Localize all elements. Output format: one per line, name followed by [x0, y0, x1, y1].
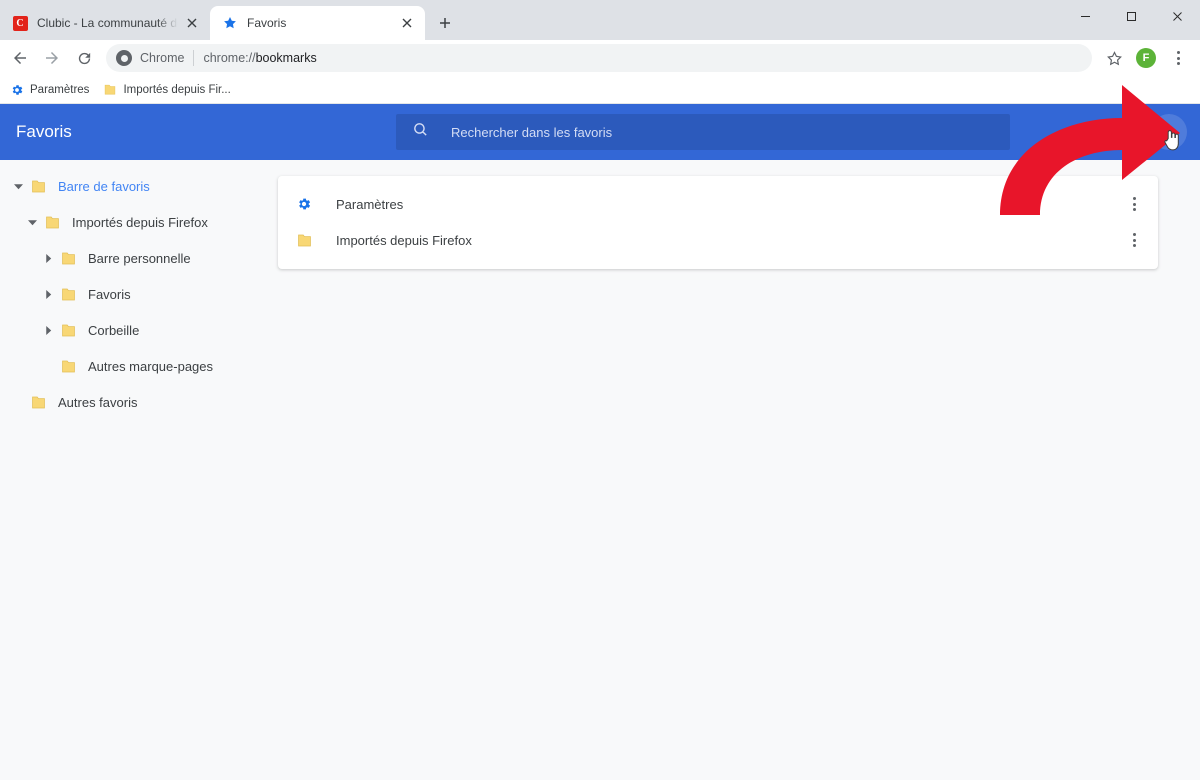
page-title: Favoris — [16, 122, 72, 141]
bookmarks-header: Favoris Rechercher dans les favoris — [0, 104, 1200, 160]
bookmarks-main: Paramètres Importés depuis Firefox — [278, 160, 1200, 780]
folder-icon — [28, 176, 48, 196]
row-more-options-icon[interactable] — [1122, 228, 1146, 252]
row-more-options-icon[interactable] — [1122, 192, 1146, 216]
maximize-window-button[interactable] — [1108, 0, 1154, 32]
bookmarks-sidebar: Barre de favoris Importés depuis Firefox — [0, 160, 278, 780]
browser-window: C Clubic - La communauté des pas Favoris — [0, 0, 1200, 780]
sidebar-item-barre-personnelle[interactable]: Barre personnelle — [0, 240, 278, 276]
omnibox-url: chrome://bookmarks — [203, 51, 316, 65]
sidebar-item-label: Favoris — [88, 286, 131, 302]
chevron-down-icon[interactable] — [8, 176, 28, 196]
tab-title: Favoris — [247, 16, 287, 30]
browser-toolbar: Chrome chrome://bookmarks F — [0, 40, 1200, 76]
chrome-menu-icon[interactable] — [1164, 44, 1192, 72]
bookmark-label: Paramètres — [30, 83, 90, 96]
reload-icon[interactable] — [70, 44, 98, 72]
folder-icon — [58, 248, 78, 268]
tab-strip: C Clubic - La communauté des pas Favoris — [0, 0, 1200, 40]
bookmarks-body: Barre de favoris Importés depuis Firefox — [0, 160, 1200, 780]
bookmark-row-label: Paramètres — [336, 196, 404, 212]
new-tab-button[interactable] — [431, 9, 459, 37]
profile-avatar[interactable]: F — [1136, 48, 1156, 68]
minimize-window-button[interactable] — [1062, 0, 1108, 32]
sidebar-item-label: Barre personnelle — [88, 250, 191, 266]
bookmark-label: Importés depuis Fir... — [123, 83, 231, 96]
address-bar[interactable]: Chrome chrome://bookmarks — [106, 44, 1092, 72]
close-window-button[interactable] — [1154, 0, 1200, 32]
bookmark-row-label: Importés depuis Firefox — [336, 232, 472, 248]
window-controls — [1062, 0, 1200, 32]
chevron-down-icon[interactable] — [22, 212, 42, 232]
sidebar-item-label: Importés depuis Firefox — [72, 214, 208, 230]
folder-icon — [28, 392, 48, 412]
sidebar-item-label: Barre de favoris — [58, 178, 150, 194]
sidebar-item-label: Corbeille — [88, 322, 140, 338]
gear-icon — [294, 194, 314, 214]
table-row[interactable]: Importés depuis Firefox — [278, 222, 1158, 258]
folder-icon — [294, 230, 314, 250]
sidebar-item-autres-favoris[interactable]: Autres favoris — [0, 384, 278, 420]
omnibox-url-prefix: chrome:// — [203, 51, 256, 65]
omnibox-scheme-label: Chrome — [140, 51, 185, 65]
table-row[interactable]: Paramètres — [278, 186, 1158, 222]
omnibox-divider — [193, 50, 195, 66]
chevron-right-icon[interactable] — [38, 320, 58, 340]
star-icon — [222, 15, 238, 31]
search-placeholder: Rechercher dans les favoris — [451, 124, 613, 140]
bookmark-parametres[interactable]: Paramètres — [6, 79, 97, 101]
header-more-options-button[interactable] — [1151, 114, 1187, 150]
tab-title: Clubic - La communauté des pas — [37, 16, 178, 30]
folder-icon — [42, 212, 62, 232]
sidebar-item-corbeille[interactable]: Corbeille — [0, 312, 278, 348]
tab-favoris[interactable]: Favoris — [210, 6, 425, 40]
sidebar-item-label: Autres marque-pages — [88, 358, 214, 374]
search-input[interactable]: Rechercher dans les favoris — [396, 114, 1010, 150]
more-options-icon — [1167, 125, 1171, 139]
folder-icon — [103, 83, 117, 97]
chrome-icon — [116, 50, 132, 66]
folder-icon — [58, 320, 78, 340]
bookmarks-bar: Paramètres Importés depuis Fir... — [0, 76, 1200, 104]
bookmarks-manager: Favoris Rechercher dans les favoris Barr… — [0, 104, 1200, 780]
chevron-right-icon[interactable] — [38, 248, 58, 268]
sidebar-item-barre-de-favoris[interactable]: Barre de favoris — [0, 168, 278, 204]
tab-clubic[interactable]: C Clubic - La communauté des pas — [0, 6, 210, 40]
close-tab-icon[interactable] — [399, 15, 415, 31]
bookmark-importes-firefox[interactable]: Importés depuis Fir... — [99, 79, 238, 101]
chevron-right-icon[interactable] — [38, 284, 58, 304]
bookmarks-list-card: Paramètres Importés depuis Firefox — [278, 176, 1158, 269]
back-arrow-icon[interactable] — [6, 44, 34, 72]
omnibox-url-path: bookmarks — [255, 51, 317, 65]
close-tab-icon[interactable] — [184, 15, 200, 31]
sidebar-item-importes-depuis-firefox[interactable]: Importés depuis Firefox — [0, 204, 278, 240]
sidebar-item-favoris[interactable]: Favoris — [0, 276, 278, 312]
star-outline-icon[interactable] — [1100, 44, 1128, 72]
search-icon — [412, 121, 429, 143]
sidebar-item-autres-marque-pages[interactable]: Autres marque-pages — [0, 348, 278, 384]
clubic-logo-icon: C — [12, 15, 28, 31]
gear-icon — [10, 83, 24, 97]
folder-icon — [58, 356, 78, 376]
forward-arrow-icon[interactable] — [38, 44, 66, 72]
folder-icon — [58, 284, 78, 304]
sidebar-item-label: Autres favoris — [58, 394, 138, 410]
